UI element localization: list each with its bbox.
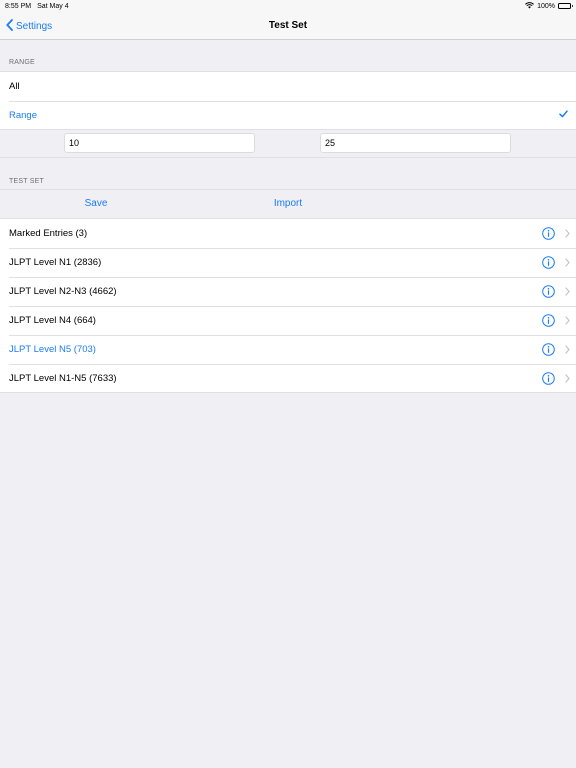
status-time: 8:55 PM <box>5 2 32 10</box>
list-item-label: JLPT Level N1-N5 (7633) <box>9 372 117 384</box>
checkmark-icon <box>559 110 568 121</box>
status-left: 8:55 PM Sat May 4 <box>5 3 69 10</box>
status-date: Sat May 4 <box>37 2 69 10</box>
test-set-item-n1[interactable]: JLPT Level N1 (2836) <box>0 248 576 277</box>
info-icon[interactable] <box>542 285 555 301</box>
range-section-header: RANGE <box>9 59 35 66</box>
status-right: 100% <box>525 1 573 11</box>
list-item-label: JLPT Level N5 (703) <box>9 344 96 355</box>
chevron-right-icon <box>565 286 570 299</box>
list-item-label: JLPT Level N1 (2836) <box>9 257 102 268</box>
range-option-label: Range <box>9 110 37 121</box>
chevron-right-icon <box>565 315 570 328</box>
battery-percent: 100% <box>537 2 555 10</box>
info-icon[interactable] <box>542 372 555 388</box>
test-set-item-marked[interactable]: Marked Entries (3) <box>0 219 576 248</box>
test-set-item-n4[interactable]: JLPT Level N4 (664) <box>0 306 576 335</box>
info-icon[interactable] <box>542 256 555 272</box>
range-inputs: 10 25 <box>0 129 576 158</box>
page-title: Test Set <box>268 20 308 31</box>
range-options: All Range <box>0 71 576 130</box>
chevron-right-icon <box>565 344 570 357</box>
chevron-right-icon <box>565 373 570 386</box>
chevron-right-icon <box>565 257 570 270</box>
test-set-item-n2-n3[interactable]: JLPT Level N2-N3 (4662) <box>0 277 576 306</box>
chevron-right-icon <box>565 228 570 241</box>
range-option-all[interactable]: All <box>0 72 576 101</box>
range-from-field[interactable]: 10 <box>64 133 255 153</box>
test-set-actions: Save Import <box>0 189 576 218</box>
back-button-label: Settings <box>16 20 53 32</box>
test-set-section-header: TEST SET <box>9 178 44 185</box>
navigation-bar: Test Set Settings <box>0 12 576 40</box>
save-button[interactable]: Save <box>46 190 146 219</box>
list-item-label: JLPT Level N2-N3 (4662) <box>9 286 117 297</box>
test-set-item-n5[interactable]: JLPT Level N5 (703) <box>0 335 576 364</box>
list-item-label: JLPT Level N4 (664) <box>9 315 96 326</box>
wifi-icon <box>525 1 534 11</box>
range-option-label: All <box>9 81 20 92</box>
battery-icon <box>558 3 573 9</box>
test-set-item-n1-n5[interactable]: JLPT Level N1-N5 (7633) <box>0 364 576 393</box>
range-option-range[interactable]: Range <box>0 101 576 130</box>
status-bar: 8:55 PM Sat May 4 100% <box>0 0 576 12</box>
info-icon[interactable] <box>542 314 555 330</box>
back-button[interactable]: Settings <box>6 17 52 35</box>
list-item-label: Marked Entries (3) <box>9 228 88 239</box>
info-icon[interactable] <box>542 227 555 243</box>
import-button[interactable]: Import <box>238 190 338 219</box>
info-icon[interactable] <box>542 343 555 359</box>
range-to-field[interactable]: 25 <box>320 133 511 153</box>
test-set-list: Marked Entries (3) JLPT Level N1 (2836) … <box>0 218 576 393</box>
chevron-left-icon <box>6 18 13 34</box>
